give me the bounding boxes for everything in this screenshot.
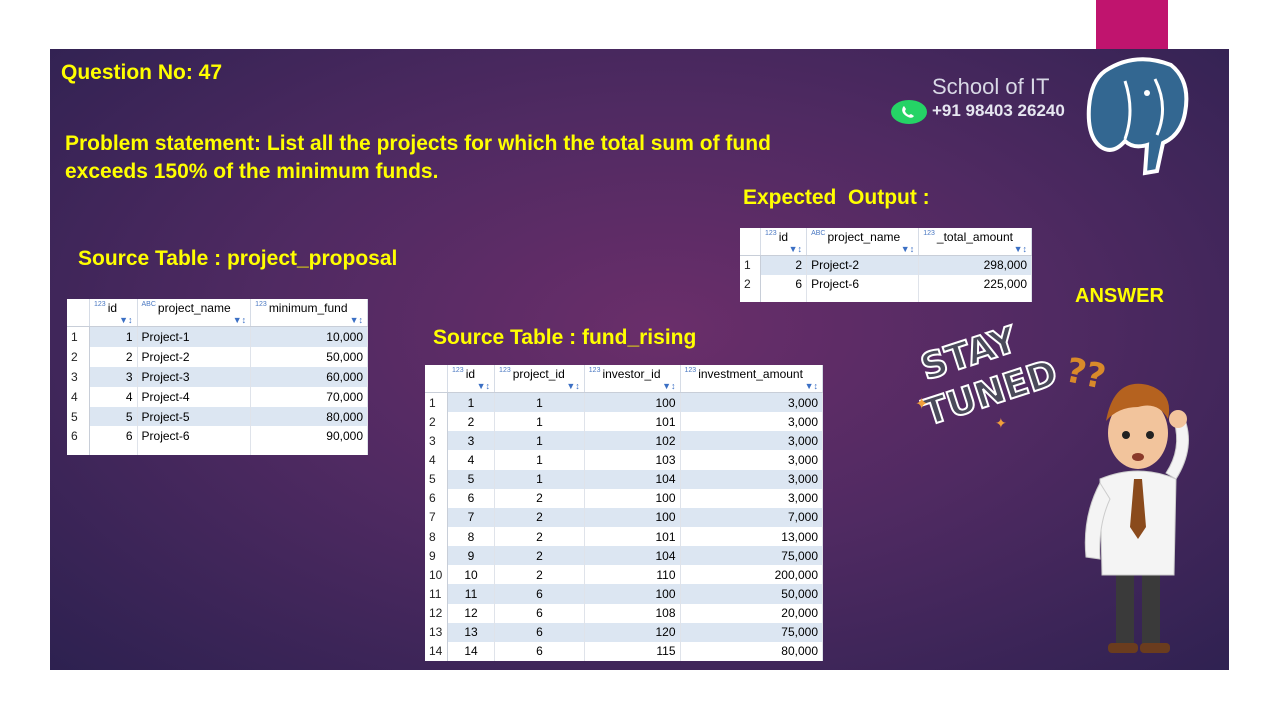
table-row[interactable]: 12 12 6 108 20,000 (425, 603, 824, 623)
table-header-row: 123 id ▼↕ ABC project_name ▼↕ 123 minimum_fun… (67, 299, 368, 327)
sort-filter-icon[interactable]: ▼↕ (350, 315, 363, 325)
confused-man-illustration (1078, 367, 1198, 657)
sort-filter-icon[interactable]: ▼↕ (233, 315, 246, 325)
stay-tuned-badge: STAY TUNED (904, 315, 1064, 455)
sort-filter-icon[interactable]: ▼↕ (119, 315, 132, 325)
sort-filter-icon[interactable]: ▼↕ (901, 244, 914, 254)
question-number: Question No: 47 (61, 61, 223, 84)
sparkle-icon: ✦ (915, 396, 929, 413)
brand-accent-bar (1096, 0, 1168, 56)
table-row[interactable]: 9 9 2 104 75,000 (425, 546, 824, 566)
column-header-investor-id[interactable]: 123 investor_id ▼↕ (584, 365, 681, 393)
sort-filter-icon[interactable]: ▼↕ (662, 381, 675, 391)
expected-output-table: 123 id ▼↕ ABC project_name ▼↕ 123 _total_amou… (740, 228, 1032, 302)
row-number-header (425, 365, 448, 393)
table-row[interactable]: 1 1 Project-1 10,000 (67, 326, 368, 347)
numeric-type-icon: 123 (255, 300, 267, 308)
table-row[interactable]: 14 14 6 115 80,000 (425, 641, 824, 661)
table-row[interactable]: 1 1 1 100 3,000 (425, 392, 824, 413)
column-header-total-amount[interactable]: 123 _total_amount ▼↕ (918, 228, 1032, 256)
table-row[interactable]: 8 8 2 101 13,000 (425, 527, 824, 547)
sort-filter-icon[interactable]: ▼↕ (789, 244, 802, 254)
table-row[interactable]: 1 2 Project-2 298,000 (740, 255, 1032, 275)
numeric-type-icon: 123 (452, 366, 464, 374)
elephant-logo-icon (1085, 51, 1193, 176)
source-table-fund-rising-label: Source Table : fund_rising (433, 326, 697, 349)
table-row[interactable]: 7 7 2 100 7,000 (425, 507, 824, 527)
row-number-header (740, 228, 761, 256)
sparkle-icon: ✦ (995, 415, 1007, 431)
column-header-project-name[interactable]: ABC project_name ▼↕ (806, 228, 920, 256)
row-number-header (67, 299, 90, 327)
table-filler-row (740, 293, 1032, 302)
sort-filter-icon[interactable]: ▼↕ (477, 381, 490, 391)
table-row[interactable]: 5 5 1 104 3,000 (425, 469, 824, 489)
table-row[interactable]: 4 4 1 103 3,000 (425, 450, 824, 470)
numeric-type-icon: 123 (588, 366, 601, 374)
table-row[interactable]: 6 6 2 100 3,000 (425, 488, 824, 508)
column-header-minimum-fund[interactable]: 123 minimum_fund ▼↕ (250, 299, 368, 327)
sort-filter-icon[interactable]: ▼↕ (805, 381, 818, 391)
table-filler-row (67, 446, 368, 455)
source-table-project-proposal-label: Source Table : project_proposal (78, 247, 398, 270)
text-type-icon: ABC (811, 229, 826, 237)
table-row[interactable]: 2 2 Project-2 50,000 (67, 346, 368, 367)
text-type-icon: ABC (141, 300, 156, 308)
table-row[interactable]: 3 3 1 102 3,000 (425, 431, 824, 451)
column-header-id[interactable]: 123 id ▼↕ (447, 365, 496, 393)
table-row[interactable]: 3 3 Project-3 60,000 (67, 366, 368, 387)
table-row[interactable]: 2 2 1 101 3,000 (425, 412, 824, 432)
whatsapp-icon (890, 99, 928, 125)
numeric-type-icon: 123 (94, 300, 106, 308)
numeric-type-icon: 123 (923, 229, 935, 237)
table-row[interactable]: 11 11 6 100 50,000 (425, 584, 824, 604)
fund-rising-table: 123 id ▼↕ 123 project_id ▼↕ 123 investor_id ▼↕… (425, 365, 824, 661)
problem-statement-line1: Problem statement: List all the projects… (65, 132, 771, 155)
column-header-project-id[interactable]: 123 project_id ▼↕ (494, 365, 585, 393)
table-row[interactable]: 10 10 2 110 200,000 (425, 565, 824, 585)
numeric-type-icon: 123 (684, 366, 697, 374)
table-row[interactable]: 2 6 Project-6 225,000 (740, 274, 1032, 294)
answer-label: ANSWER (1075, 285, 1164, 307)
problem-statement-line2: exceeds 150% of the minimum funds. (65, 160, 439, 183)
table-row[interactable]: 13 13 6 120 75,000 (425, 622, 824, 642)
column-header-investment-amount[interactable]: 123 investment_amount ▼↕ (680, 365, 824, 393)
table-header-row: 123 id ▼↕ ABC project_name ▼↕ 123 _total_amou… (740, 228, 1032, 256)
project-proposal-table: 123 id ▼↕ ABC project_name ▼↕ 123 minimum_fun… (67, 299, 368, 455)
brand-name: School of IT (932, 74, 1050, 99)
sort-filter-icon[interactable]: ▼↕ (566, 381, 579, 391)
brand-phone: +91 98403 26240 (932, 101, 1065, 120)
expected-output-label: Expected Output : (743, 186, 930, 209)
column-header-id[interactable]: 123 id ▼↕ (760, 228, 808, 256)
column-header-id[interactable]: 123 id ▼↕ (89, 299, 138, 327)
column-header-project-name[interactable]: ABC project_name ▼↕ (137, 299, 252, 327)
numeric-type-icon: 123 (499, 366, 511, 374)
table-header-row: 123 id ▼↕ 123 project_id ▼↕ 123 investor_id ▼↕… (425, 365, 824, 393)
table-row[interactable]: 6 6 Project-6 90,000 (67, 426, 368, 447)
numeric-type-icon: 123 (765, 229, 777, 237)
table-row[interactable]: 4 4 Project-4 70,000 (67, 386, 368, 407)
table-row[interactable]: 5 5 Project-5 80,000 (67, 406, 368, 427)
sort-filter-icon[interactable]: ▼↕ (1014, 244, 1027, 254)
